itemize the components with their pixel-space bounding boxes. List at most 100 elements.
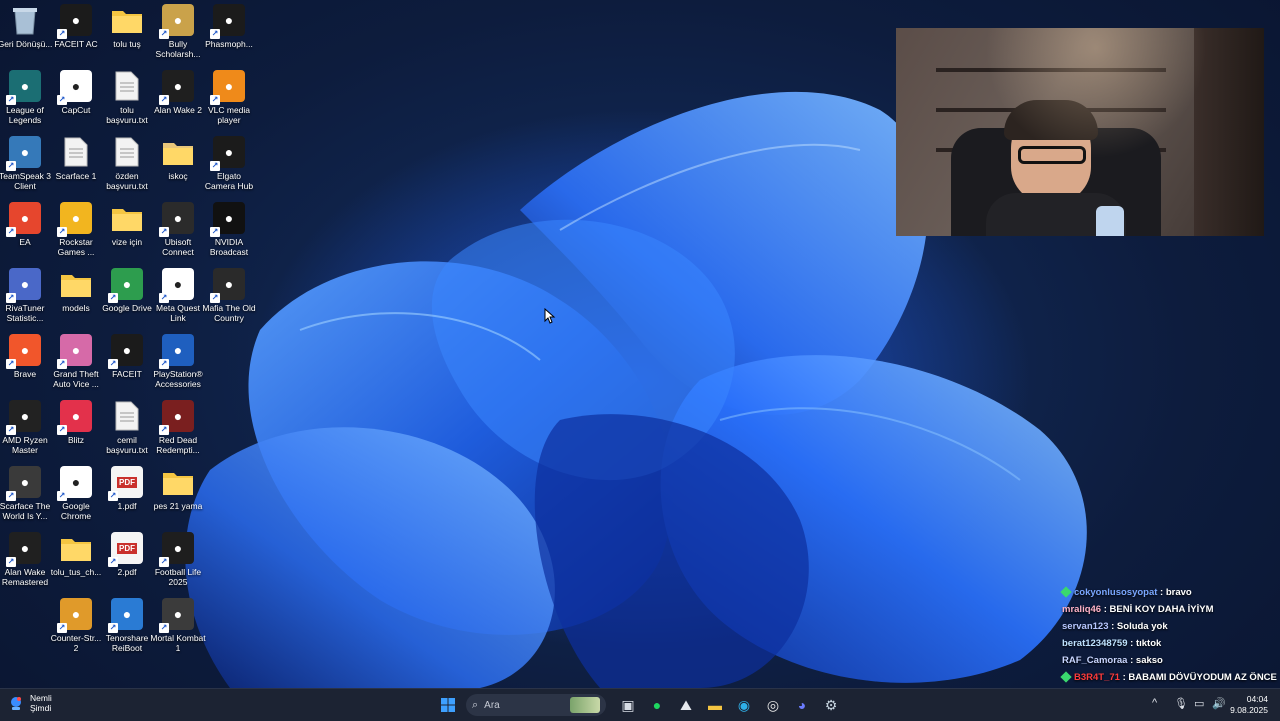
text-file-icon <box>111 70 143 102</box>
desktop-icon-iskoc[interactable]: iskoç <box>153 136 203 198</box>
weather-widget[interactable]: Nemli Şimdi <box>8 693 52 713</box>
chrome-taskbar-taskbar-button[interactable]: ◎ <box>761 693 785 717</box>
folder-icon <box>60 532 92 564</box>
alan-wake-2-icon: ● <box>159 70 194 105</box>
taskbar-search[interactable]: ⌕ Ara <box>466 694 606 716</box>
faceit-icon: ● <box>108 334 143 369</box>
desktop-icon-pdf1[interactable]: PDF1.pdf <box>102 466 152 528</box>
desktop-icon-gdrive[interactable]: ● Google Drive <box>102 268 152 330</box>
desktop-icon-tolu-tus[interactable]: tolu tuş <box>102 4 152 66</box>
desktop-icon-bully[interactable]: ● Bully Scholarsh... <box>153 4 203 66</box>
desktop-icon-label: Bully Scholarsh... <box>155 39 201 59</box>
system-clock[interactable]: 04:04 9.08.2025 <box>1230 694 1268 716</box>
playstation-icon: ● <box>159 334 194 369</box>
desktop-icon-recycle[interactable]: Geri Dönüşü... <box>0 4 52 66</box>
desktop-icon-metaquest[interactable]: ● Meta Quest Link <box>153 268 203 330</box>
desktop-icon-elgato[interactable]: ● Elgato Camera Hub <box>204 136 254 198</box>
chat-message: B3R4T_71 : BABAMI DÖVÜYODUM AZ ÖNCE <box>1060 669 1280 686</box>
desktop-icon-pes21[interactable]: pes 21 yama <box>153 466 203 528</box>
widgets-taskbar-button[interactable]: ⛰ <box>674 693 698 717</box>
rivatuner-icon: ● <box>6 268 41 303</box>
desktop-icon-tolu-basvuru[interactable]: tolu başvuru.txt <box>102 70 152 132</box>
volume-icon[interactable]: 🔊 <box>1212 697 1226 710</box>
desktop-icon-tenorshare[interactable]: ● Tenorshare ReiBoot <box>102 598 152 660</box>
rivatuner-icon-glyph: ● <box>20 276 30 292</box>
clock-time: 04:04 <box>1246 694 1268 704</box>
capcut-icon: ● <box>57 70 92 105</box>
mortal-kombat-icon: ● <box>159 598 194 633</box>
red-dead-icon: ● <box>159 400 194 435</box>
desktop-icon-mk1[interactable]: ● Mortal Kombat 1 <box>150 598 206 660</box>
desktop-icon-ea[interactable]: ● EA <box>0 202 50 264</box>
desktop-icon-scarface-world[interactable]: ● Scarface The World Is Y... <box>0 466 50 528</box>
chat-text: : tıktok <box>1127 638 1162 649</box>
desktop-icon-scarface1[interactable]: Scarface 1 <box>51 136 101 198</box>
desktop-icon-label: Alan Wake Remastered <box>1 567 49 587</box>
pdf-icon: PDF <box>108 532 143 567</box>
steam-taskbar-button[interactable]: ⚙ <box>819 693 843 717</box>
desktop-icon-faceit[interactable]: ● FACEIT <box>102 334 152 396</box>
spotify-taskbar-button[interactable]: ● <box>645 693 669 717</box>
file-explorer-taskbar-button[interactable]: ▬ <box>703 693 727 717</box>
edge-taskbar-button[interactable]: ◉ <box>732 693 756 717</box>
desktop-icon-ts3[interactable]: ● TeamSpeak 3 Client <box>0 136 51 198</box>
folder-icon <box>162 466 194 498</box>
desktop-icon-blitz[interactable]: ● Blitz <box>51 400 101 462</box>
search-icon: ⌕ <box>472 698 479 711</box>
desktop-icon-amd[interactable]: ● AMD Ryzen Master <box>0 400 50 462</box>
desktop-icon-label: Elgato Camera Hub <box>204 171 254 191</box>
start-button-icon <box>441 698 455 712</box>
desktop-icon-psacc[interactable]: ● PlayStation® Accessories <box>153 334 203 396</box>
tray-overflow-icon[interactable]: ^ <box>1152 697 1157 709</box>
weather-status: Nemli <box>30 693 52 703</box>
microphone-tray-icon[interactable]: 🎙 <box>1174 697 1188 710</box>
desktop-icon-ozden-basvuru[interactable]: özden başvuru.txt <box>102 136 152 198</box>
room-light <box>896 28 1264 236</box>
desktop-icon-phasmo[interactable]: ● Phasmoph... <box>204 4 254 66</box>
desktop-icon-capcut[interactable]: ● CapCut <box>51 70 101 132</box>
elgato-icon-glyph: ● <box>224 144 234 160</box>
desktop-icon-vlc[interactable]: ● VLC media player <box>204 70 254 132</box>
chat-message: RAF_Camoraa : sakso <box>1062 652 1280 669</box>
desktop-icon-tolu-tus-ch[interactable]: tolu_tus_ch... <box>51 532 101 594</box>
discord-taskbar-button[interactable]: ◕ <box>790 693 814 717</box>
desktop-icon-chrome[interactable]: ● Google Chrome <box>51 466 101 528</box>
desktop-icon-label: iskoç <box>168 171 188 181</box>
desktop-icon-lol[interactable]: ● League of Legends <box>0 70 50 132</box>
recycle-bin-icon <box>9 4 41 36</box>
desktop-icon-ubisoft[interactable]: ● Ubisoft Connect <box>153 202 203 264</box>
desktop-icon-nvidia[interactable]: ● NVIDIA Broadcast <box>204 202 254 264</box>
desktop-icon-fl2025[interactable]: ● Football Life 2025 <box>153 532 203 594</box>
blitz-icon: ● <box>57 400 92 435</box>
rockstar-icon-glyph: ● <box>71 210 81 226</box>
weather-icon <box>8 695 24 711</box>
folder-icon <box>162 136 194 168</box>
desktop-icon-label: tolu başvuru.txt <box>106 105 148 125</box>
chat-text: : sakso <box>1127 655 1163 666</box>
desktop-icon-rdr[interactable]: ● Red Dead Redempti... <box>153 400 203 462</box>
desktop-icon-models[interactable]: models <box>51 268 101 330</box>
desktop-icon-alanwake-rem[interactable]: ● Alan Wake Remastered <box>0 532 50 594</box>
desktop-icon-faceit-ac[interactable]: ● FACEIT AC <box>51 4 101 66</box>
desktop-icon-label: Football Life 2025 <box>154 567 202 587</box>
start-button[interactable] <box>436 693 460 717</box>
desktop-icon-mafia[interactable]: ● Mafia The Old Country <box>202 268 256 330</box>
google-drive-icon-glyph: ● <box>122 276 132 292</box>
desktop-icon-gta[interactable]: ● Grand Theft Auto Vice ... <box>51 334 101 396</box>
network-icon[interactable]: ▭ <box>1194 697 1204 710</box>
tenorshare-icon: ● <box>108 598 143 633</box>
task-view-taskbar-button[interactable]: ▣ <box>616 693 640 717</box>
desktop-icon-brave[interactable]: ● Brave <box>0 334 50 396</box>
desktop-icon-pdf2[interactable]: PDF2.pdf <box>102 532 152 594</box>
desktop-icon-counter-strike[interactable]: ● Counter-Str... 2 <box>51 598 101 660</box>
desktop-icon-rockstar[interactable]: ● Rockstar Games ... <box>51 202 101 264</box>
chrome-taskbar-icon: ◎ <box>766 696 780 713</box>
desktop-icon-alanwake2[interactable]: ● Alan Wake 2 <box>153 70 203 132</box>
league-of-legends-icon-glyph: ● <box>20 78 30 94</box>
faceit-ac-icon-glyph: ● <box>71 12 81 28</box>
desktop-icon-rivatuner[interactable]: ● RivaTuner Statistic... <box>0 268 50 330</box>
alan-wake-2-icon-glyph: ● <box>173 78 183 94</box>
desktop-icon-cemil-basvuru[interactable]: cemil başvuru.txt <box>102 400 152 462</box>
desktop-icon-vize[interactable]: vize için <box>102 202 152 264</box>
scarface-icon: ● <box>6 466 41 501</box>
